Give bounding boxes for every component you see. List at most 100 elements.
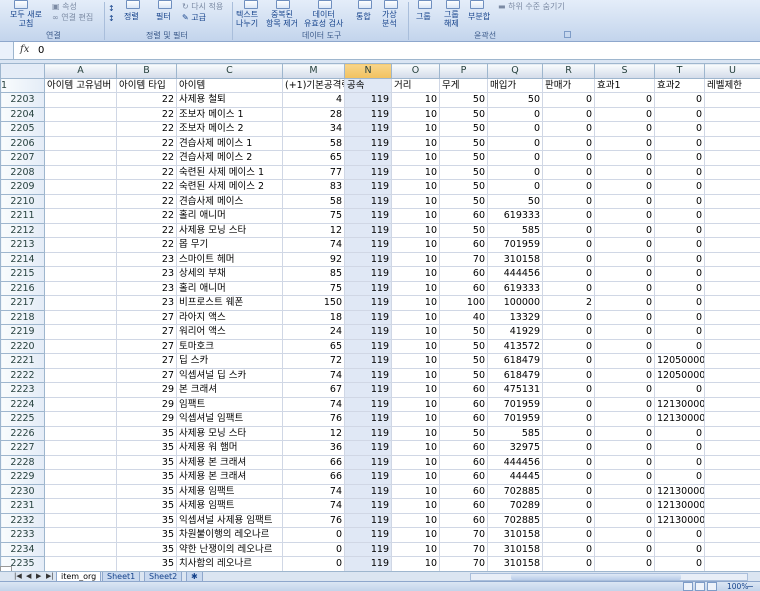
cell[interactable]: 견습사제 메이스	[176, 193, 283, 209]
column-header[interactable]: U	[704, 63, 760, 79]
cell[interactable]: 0	[542, 367, 595, 383]
cell[interactable]: 사제용 임팩트	[176, 483, 283, 499]
cell[interactable]: 상세의 부채	[176, 266, 283, 282]
cell[interactable]: 100	[439, 295, 488, 311]
cell[interactable]	[704, 92, 760, 108]
cell[interactable]: 65	[282, 150, 345, 166]
cell[interactable]: 0	[654, 527, 705, 543]
cell[interactable]: 50	[439, 106, 488, 122]
data-validation-button[interactable]: 데이터 유효성 검사	[304, 10, 343, 28]
cell[interactable]	[44, 150, 117, 166]
cell[interactable]: 413572	[487, 338, 543, 354]
subtotal-button[interactable]: 부분합	[468, 12, 490, 21]
column-header[interactable]: S	[594, 63, 655, 79]
cell[interactable]: 0	[542, 150, 595, 166]
cell[interactable]	[44, 338, 117, 354]
cell[interactable]: 702885	[487, 512, 543, 528]
cell[interactable]	[44, 295, 117, 311]
cell[interactable]: 60	[439, 512, 488, 528]
cell[interactable]: 35	[116, 541, 177, 557]
cell[interactable]: 10	[391, 150, 440, 166]
cell[interactable]: 0	[594, 454, 655, 470]
cell[interactable]: 119	[344, 150, 392, 166]
cell[interactable]: 119	[344, 440, 392, 456]
cell[interactable]: 0	[542, 164, 595, 180]
cell[interactable]: 0	[654, 469, 705, 485]
cell[interactable]: 10	[391, 280, 440, 296]
cell[interactable]	[44, 483, 117, 499]
cell[interactable]: 비프로스트 웨폰	[176, 295, 283, 311]
cell[interactable]: 10	[391, 121, 440, 137]
outline-dialog-launcher[interactable]	[564, 31, 571, 38]
cell[interactable]: 66	[282, 469, 345, 485]
cell[interactable]: 23	[116, 251, 177, 267]
cell[interactable]: 10	[391, 309, 440, 325]
cell[interactable]: 0	[487, 179, 543, 195]
cell[interactable]: 60	[439, 266, 488, 282]
cell[interactable]: 50	[439, 353, 488, 369]
cell[interactable]: 36	[282, 440, 345, 456]
cell[interactable]: 0	[594, 251, 655, 267]
cell[interactable]: 18	[282, 309, 345, 325]
cell[interactable]: 0	[542, 266, 595, 282]
cell[interactable]: 10	[391, 541, 440, 557]
cell[interactable]: 60	[439, 454, 488, 470]
fx-icon[interactable]: fx	[20, 44, 29, 55]
cell[interactable]: 0	[594, 309, 655, 325]
cell[interactable]: 0	[542, 237, 595, 253]
cell[interactable]: 92	[282, 251, 345, 267]
cell[interactable]: 72	[282, 353, 345, 369]
row-header[interactable]: 2233	[0, 527, 45, 543]
first-sheet-icon[interactable]: |◀	[14, 572, 22, 580]
cell[interactable]: 22	[116, 150, 177, 166]
column-header[interactable]: M	[282, 63, 345, 79]
normal-view-button[interactable]	[683, 582, 693, 591]
cell[interactable]: 0	[654, 309, 705, 325]
cell[interactable]	[44, 135, 117, 151]
cell[interactable]: 10	[391, 193, 440, 209]
cell[interactable]: 70	[439, 556, 488, 571]
cell[interactable]: 익셉셔널 임팩트	[176, 411, 283, 427]
cell[interactable]: 0	[487, 135, 543, 151]
cell[interactable]: 0	[594, 353, 655, 369]
cell[interactable]: 10	[391, 556, 440, 571]
cell[interactable]: 0	[654, 295, 705, 311]
cell[interactable]: 0	[542, 556, 595, 571]
cell[interactable]: 0	[542, 92, 595, 108]
cell[interactable]	[44, 541, 117, 557]
cell[interactable]: 119	[344, 208, 392, 224]
cell[interactable]: 22	[116, 193, 177, 209]
cell[interactable]: 0	[654, 425, 705, 441]
cell[interactable]	[704, 411, 760, 427]
cell[interactable]	[44, 527, 117, 543]
cell[interactable]: 10	[391, 266, 440, 282]
properties-button[interactable]: ▣ 속성	[52, 2, 77, 11]
cell[interactable]: 10	[391, 454, 440, 470]
cell[interactable]	[44, 324, 117, 340]
cell[interactable]	[704, 512, 760, 528]
cell[interactable]	[704, 556, 760, 571]
cell[interactable]: 119	[344, 382, 392, 398]
cell[interactable]: 0	[594, 483, 655, 499]
cell[interactable]: 효과1	[594, 77, 655, 93]
cell[interactable]: 0	[282, 556, 345, 571]
cell[interactable]: 119	[344, 425, 392, 441]
cell[interactable]: 34	[282, 121, 345, 137]
cell[interactable]	[44, 454, 117, 470]
cell[interactable]	[704, 222, 760, 238]
cell[interactable]: 0	[542, 208, 595, 224]
cell[interactable]: 119	[344, 222, 392, 238]
cell[interactable]: 60	[439, 237, 488, 253]
formula-input[interactable]: 0	[38, 45, 44, 56]
cell[interactable]: 27	[116, 338, 177, 354]
cell[interactable]: 60	[439, 498, 488, 514]
cell[interactable]: 공속	[344, 77, 392, 93]
cell[interactable]: 10	[391, 483, 440, 499]
cell[interactable]: 60	[439, 208, 488, 224]
refresh-all-button[interactable]: 모두 새로 고침	[10, 10, 42, 28]
cell[interactable]: 50	[439, 92, 488, 108]
cell[interactable]	[44, 179, 117, 195]
cell[interactable]: 10	[391, 164, 440, 180]
cell[interactable]: 0	[594, 556, 655, 571]
cell[interactable]: 0	[594, 280, 655, 296]
